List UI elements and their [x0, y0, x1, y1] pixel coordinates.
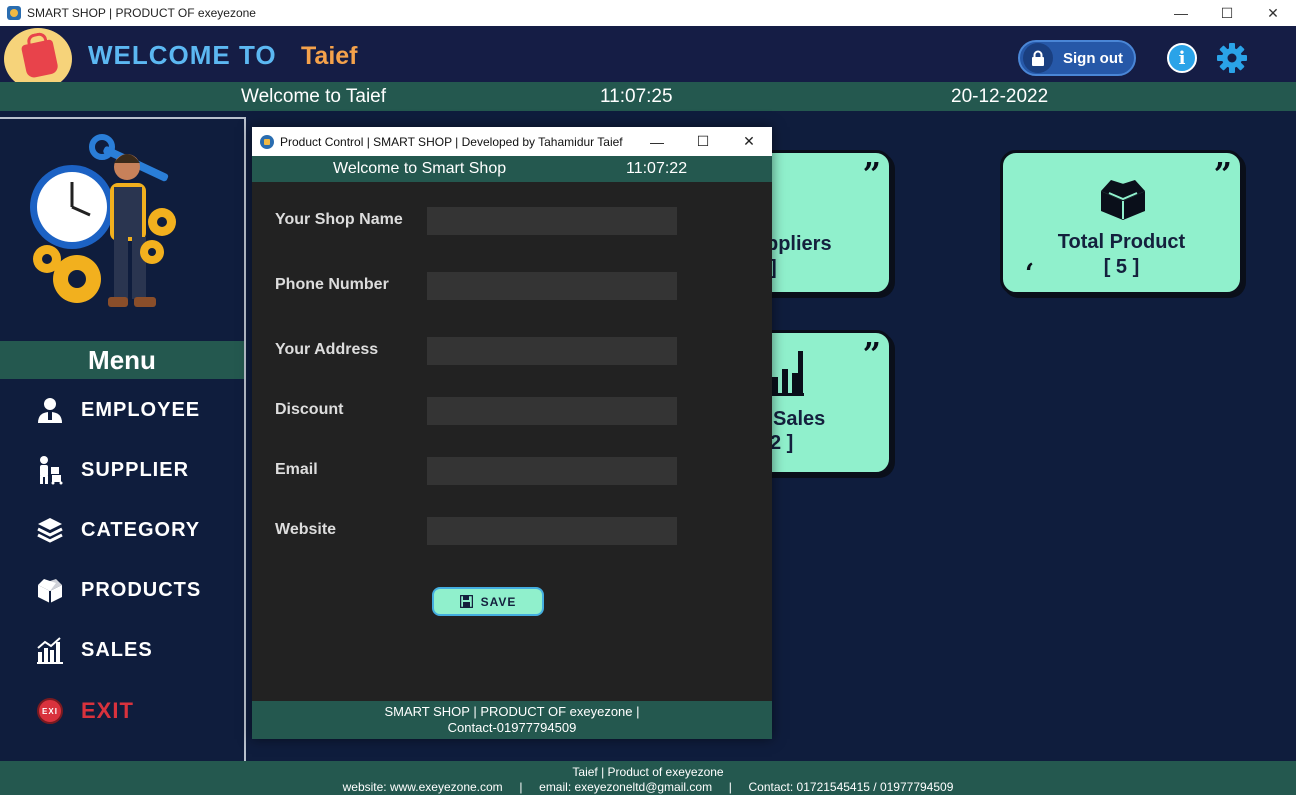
- sign-out-label: Sign out: [1063, 49, 1123, 67]
- address-label: Your Address: [275, 341, 379, 358]
- sidebar-item-supplier[interactable]: SUPPLIER: [35, 452, 189, 488]
- dialog-time: 11:07:22: [626, 160, 688, 177]
- status-date: 20-12-2022: [951, 86, 1049, 107]
- info-icon[interactable]: i: [1167, 43, 1197, 73]
- card-label: Sales: [773, 408, 826, 430]
- sidebar-item-category[interactable]: CATEGORY: [35, 512, 200, 548]
- quote-icon: ”: [1213, 155, 1232, 193]
- dialog-titlebar: Product Control | SMART SHOP | Developed…: [252, 127, 772, 156]
- welcome-heading: WELCOME TO: [88, 40, 277, 70]
- product-control-dialog: Product Control | SMART SHOP | Developed…: [252, 127, 772, 739]
- minimize-button[interactable]: —: [1158, 0, 1204, 26]
- status-welcome: Welcome to Taief: [241, 86, 387, 107]
- products-icon: [35, 575, 65, 605]
- quote-mark-icon: ‘: [1025, 259, 1035, 289]
- maximize-button[interactable]: ☐: [1204, 0, 1250, 26]
- dialog-minimize-button[interactable]: —: [634, 134, 680, 150]
- phone-number-input[interactable]: [427, 272, 677, 300]
- sales-icon: [35, 635, 65, 665]
- menu-title: Menu: [0, 341, 244, 379]
- sidebar-item-label: EMPLOYEE: [81, 398, 201, 421]
- phone-number-label: Phone Number: [275, 276, 389, 293]
- status-time: 11:07:25: [600, 86, 673, 107]
- lock-icon: [1023, 43, 1053, 73]
- sidebar-item-label: SUPPLIER: [81, 458, 190, 481]
- app-header: WELCOME TO Taief Sign out i: [0, 26, 1296, 90]
- quote-icon: ”: [862, 335, 881, 373]
- chart-icon: [770, 347, 804, 402]
- gear-icon[interactable]: [1215, 41, 1249, 75]
- sidebar-item-label: CATEGORY: [81, 518, 201, 541]
- dialog-status-bar: Welcome to Smart Shop 11:07:22: [252, 156, 772, 182]
- sidebar-item-exit[interactable]: EXI EXIT: [35, 693, 134, 729]
- shop-name-label: Your Shop Name: [275, 211, 403, 228]
- card-value: 2 ]: [770, 432, 794, 454]
- shop-name-input[interactable]: [427, 207, 677, 235]
- discount-input[interactable]: [427, 397, 677, 425]
- address-input[interactable]: [427, 337, 677, 365]
- discount-label: Discount: [275, 401, 344, 418]
- employee-icon: [35, 395, 65, 425]
- quote-icon: ”: [862, 155, 881, 193]
- sidebar-item-label: SALES: [81, 638, 153, 661]
- sidebar-item-products[interactable]: PRODUCTS: [35, 572, 201, 608]
- footer-line1: Taief | Product of exeyezone: [572, 765, 724, 779]
- total-product-card[interactable]: ” Total Product [ 5 ] ‘: [1000, 150, 1243, 295]
- save-button[interactable]: SAVE: [432, 587, 544, 616]
- dialog-close-button[interactable]: ✕: [726, 133, 772, 150]
- floppy-disk-icon: [459, 595, 473, 608]
- supplier-icon: [35, 455, 65, 485]
- footer-line2: website: www.exeyezone.com | email: exey…: [342, 780, 954, 794]
- status-bar: Welcome to Taief 11:07:25 20-12-2022: [0, 82, 1296, 111]
- sidebar-item-label: PRODUCTS: [81, 578, 202, 601]
- email-input[interactable]: [427, 457, 677, 485]
- sidebar: Menu EMPLOYEE SUPPLIER CATEGORY PRODUCTS…: [0, 117, 246, 761]
- dialog-footer: SMART SHOP | PRODUCT OF exeyezone | Cont…: [252, 701, 772, 739]
- shop-logo-icon: [4, 28, 72, 90]
- dialog-welcome: Welcome to Smart Shop: [333, 160, 507, 177]
- card-label: ppliers: [766, 233, 832, 255]
- dialog-maximize-button[interactable]: ☐: [680, 133, 726, 150]
- worker-illustration: [22, 127, 202, 337]
- dialog-footer-line1: SMART SHOP | PRODUCT OF exeyezone |: [384, 704, 640, 719]
- box-icon: [1097, 177, 1149, 226]
- sidebar-item-sales[interactable]: SALES: [35, 632, 153, 668]
- exit-icon: EXI: [35, 696, 65, 726]
- sidebar-item-employee[interactable]: EMPLOYEE: [35, 392, 200, 428]
- window-titlebar: SMART SHOP | PRODUCT OF exeyezone — ☐ ✕: [0, 0, 1296, 26]
- window-title: SMART SHOP | PRODUCT OF exeyezone: [27, 6, 256, 20]
- dialog-title: Product Control | SMART SHOP | Developed…: [280, 134, 623, 149]
- exit-icon-text: EXI: [42, 707, 58, 716]
- email-label: Email: [275, 461, 318, 478]
- category-icon: [35, 515, 65, 545]
- sidebar-item-label: EXIT: [81, 698, 134, 723]
- app-footer: Taief | Product of exeyezone website: ww…: [0, 761, 1296, 795]
- user-name: Taief: [301, 42, 358, 70]
- save-label: SAVE: [480, 594, 517, 609]
- app-icon: [7, 6, 21, 20]
- website-label: Website: [275, 521, 337, 538]
- card-value: [ 5 ]: [1103, 256, 1140, 278]
- sign-out-button[interactable]: Sign out: [1018, 40, 1136, 76]
- card-label: Total Product: [1057, 231, 1186, 253]
- dialog-footer-line2: Contact-01977794509: [447, 720, 577, 735]
- dialog-app-icon: [260, 134, 274, 149]
- close-button[interactable]: ✕: [1250, 0, 1296, 26]
- website-input[interactable]: [427, 517, 677, 545]
